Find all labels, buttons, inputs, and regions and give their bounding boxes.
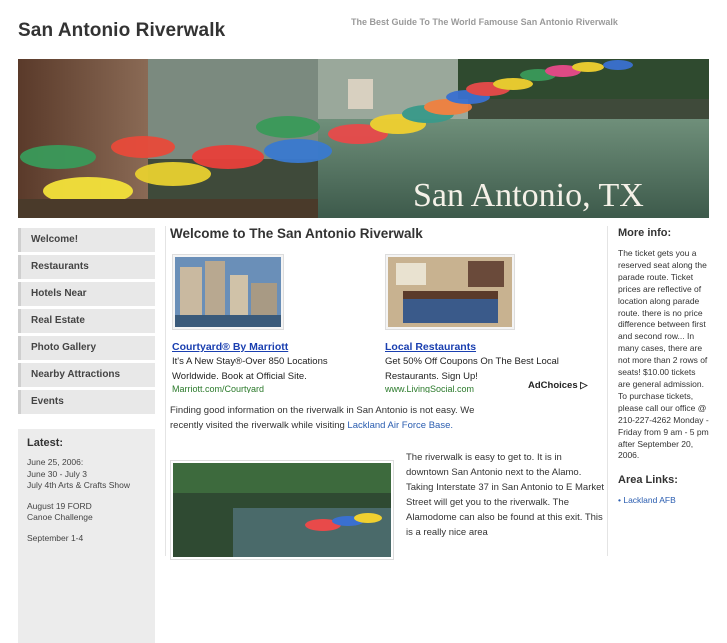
nav-item-events[interactable]: Events [18, 390, 155, 414]
nav-item-real-estate[interactable]: Real Estate [18, 309, 155, 333]
adchoices-label[interactable]: AdChoices ▷ [528, 380, 588, 391]
ad-courtyard[interactable]: Courtyard® By Marriott It's A New Stay®-… [172, 254, 362, 393]
ad-thumbnail[interactable] [172, 254, 284, 330]
site-tagline: The Best Guide To The World Famouse San … [351, 17, 618, 27]
nav-item-restaurants[interactable]: Restaurants [18, 255, 155, 279]
area-links-heading: Area Links: [618, 474, 678, 487]
more-info-text: The ticket gets you a reserved seat alon… [618, 248, 709, 461]
ad-title-link[interactable]: Courtyard® By Marriott [172, 341, 362, 353]
ad-local-restaurants[interactable]: Local Restaurants Get 50% Off Coupons On… [385, 254, 575, 393]
banner-image: San Antonio, TX [18, 59, 709, 218]
site-title[interactable]: San Antonio Riverwalk [18, 20, 225, 42]
banner-caption: San Antonio, TX [413, 177, 644, 214]
ad-thumbnail[interactable] [385, 254, 515, 330]
ad-title-link[interactable]: Local Restaurants [385, 341, 575, 353]
riverwalk-paragraph: The riverwalk is easy to get to. It is i… [406, 452, 605, 538]
latest-entry: August 19 FORD Canoe Challenge [27, 500, 93, 523]
nav-item-nearby-attractions[interactable]: Nearby Attractions [18, 363, 155, 387]
riverwalk-photo [170, 460, 394, 560]
area-link[interactable]: Lackland AFB [623, 495, 675, 505]
sidebar-nav: Welcome! Restaurants Hotels Near Real Es… [18, 228, 155, 643]
main-content: Welcome to The San Antonio Riverwalk Cou… [165, 226, 608, 560]
latest-heading: Latest: [27, 437, 64, 449]
page-title: Welcome to The San Antonio Riverwalk [170, 226, 423, 241]
more-info-sidebar: More info: The ticket gets you a reserve… [618, 227, 710, 505]
latest-box: Latest: June 25, 2006: June 30 - July 3 … [18, 429, 155, 643]
area-link-item[interactable]: • Lackland AFB [618, 495, 710, 505]
lackland-link[interactable]: Lackland Air Force Base. [347, 420, 453, 431]
ad-url[interactable]: Marriott.com/Courtyard [172, 384, 362, 393]
nav-item-photo-gallery[interactable]: Photo Gallery [18, 336, 155, 360]
latest-entry: September 1-4 [27, 532, 84, 543]
more-info-heading: More info: [618, 227, 672, 239]
nav-item-welcome[interactable]: Welcome! [18, 228, 155, 252]
nav-item-hotels-near[interactable]: Hotels Near [18, 282, 155, 306]
ad-description: It's A New Stay®-Over 850 Locations Worl… [172, 356, 328, 382]
intro-paragraph: Finding good information on the riverwal… [170, 403, 490, 433]
latest-entry: June 25, 2006: June 30 - July 3 July 4th… [27, 457, 130, 490]
